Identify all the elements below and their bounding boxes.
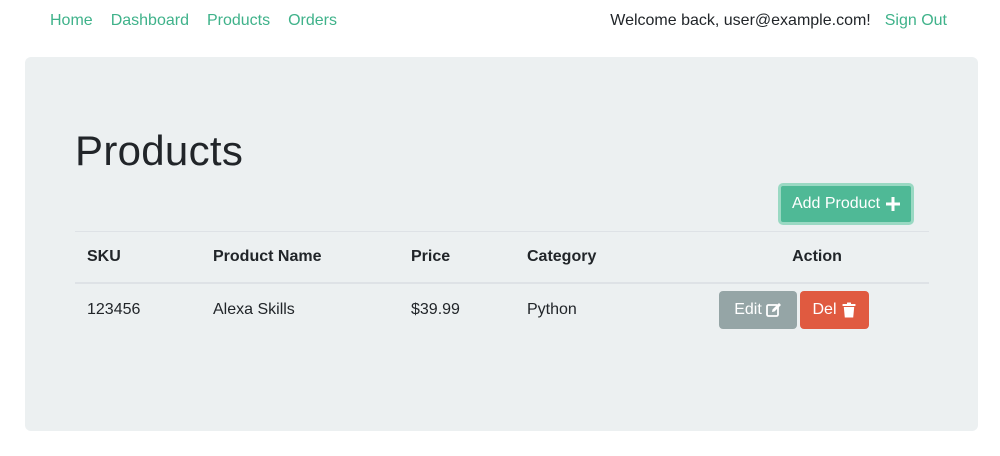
nav-link-orders[interactable]: Orders <box>288 12 337 30</box>
header-action: Action <box>792 247 842 265</box>
table-row: 123456 Alexa Skills $39.99 Python Edit D… <box>75 283 929 337</box>
edit-label: Edit <box>734 301 762 318</box>
cell-actions: Edit Del <box>705 283 929 337</box>
page-title: Products <box>75 127 244 174</box>
sign-out-link[interactable]: Sign Out <box>885 12 947 30</box>
cell-product-name: Alexa Skills <box>213 301 295 318</box>
panel-content: Products Add Product SKU Product Name Pr… <box>25 57 978 431</box>
add-product-button[interactable]: Add Product <box>778 183 914 225</box>
nav-link-products[interactable]: Products <box>207 12 270 30</box>
welcome-text: Welcome back, user@example.com! <box>610 12 871 29</box>
header-price: Price <box>411 247 451 265</box>
edit-icon <box>765 303 781 317</box>
header-product-name: Product Name <box>213 247 322 265</box>
navbar: Home Dashboard Products Orders Welcome b… <box>0 0 1000 42</box>
header-category: Category <box>527 247 597 265</box>
edit-button[interactable]: Edit <box>719 291 797 329</box>
delete-label: Del <box>812 301 837 318</box>
row-actions: Edit Del <box>717 291 917 329</box>
cell-sku: 123456 <box>87 301 141 318</box>
products-table: SKU Product Name Price Category Action 1… <box>75 231 929 337</box>
trash-icon <box>842 302 855 318</box>
table-header-row: SKU Product Name Price Category Action <box>75 231 929 283</box>
add-product-label: Add Product <box>791 195 881 212</box>
delete-button[interactable]: Del <box>800 291 869 329</box>
header-sku: SKU <box>87 247 121 265</box>
cell-category: Python <box>527 301 577 318</box>
plus-icon <box>886 197 901 211</box>
nav-link-dashboard[interactable]: Dashboard <box>111 12 189 30</box>
cell-price: $39.99 <box>411 301 460 318</box>
nav-links: Home Dashboard Products Orders <box>50 12 337 30</box>
nav-user: Welcome back, user@example.com! Sign Out <box>610 12 947 30</box>
nav-link-home[interactable]: Home <box>50 12 93 30</box>
